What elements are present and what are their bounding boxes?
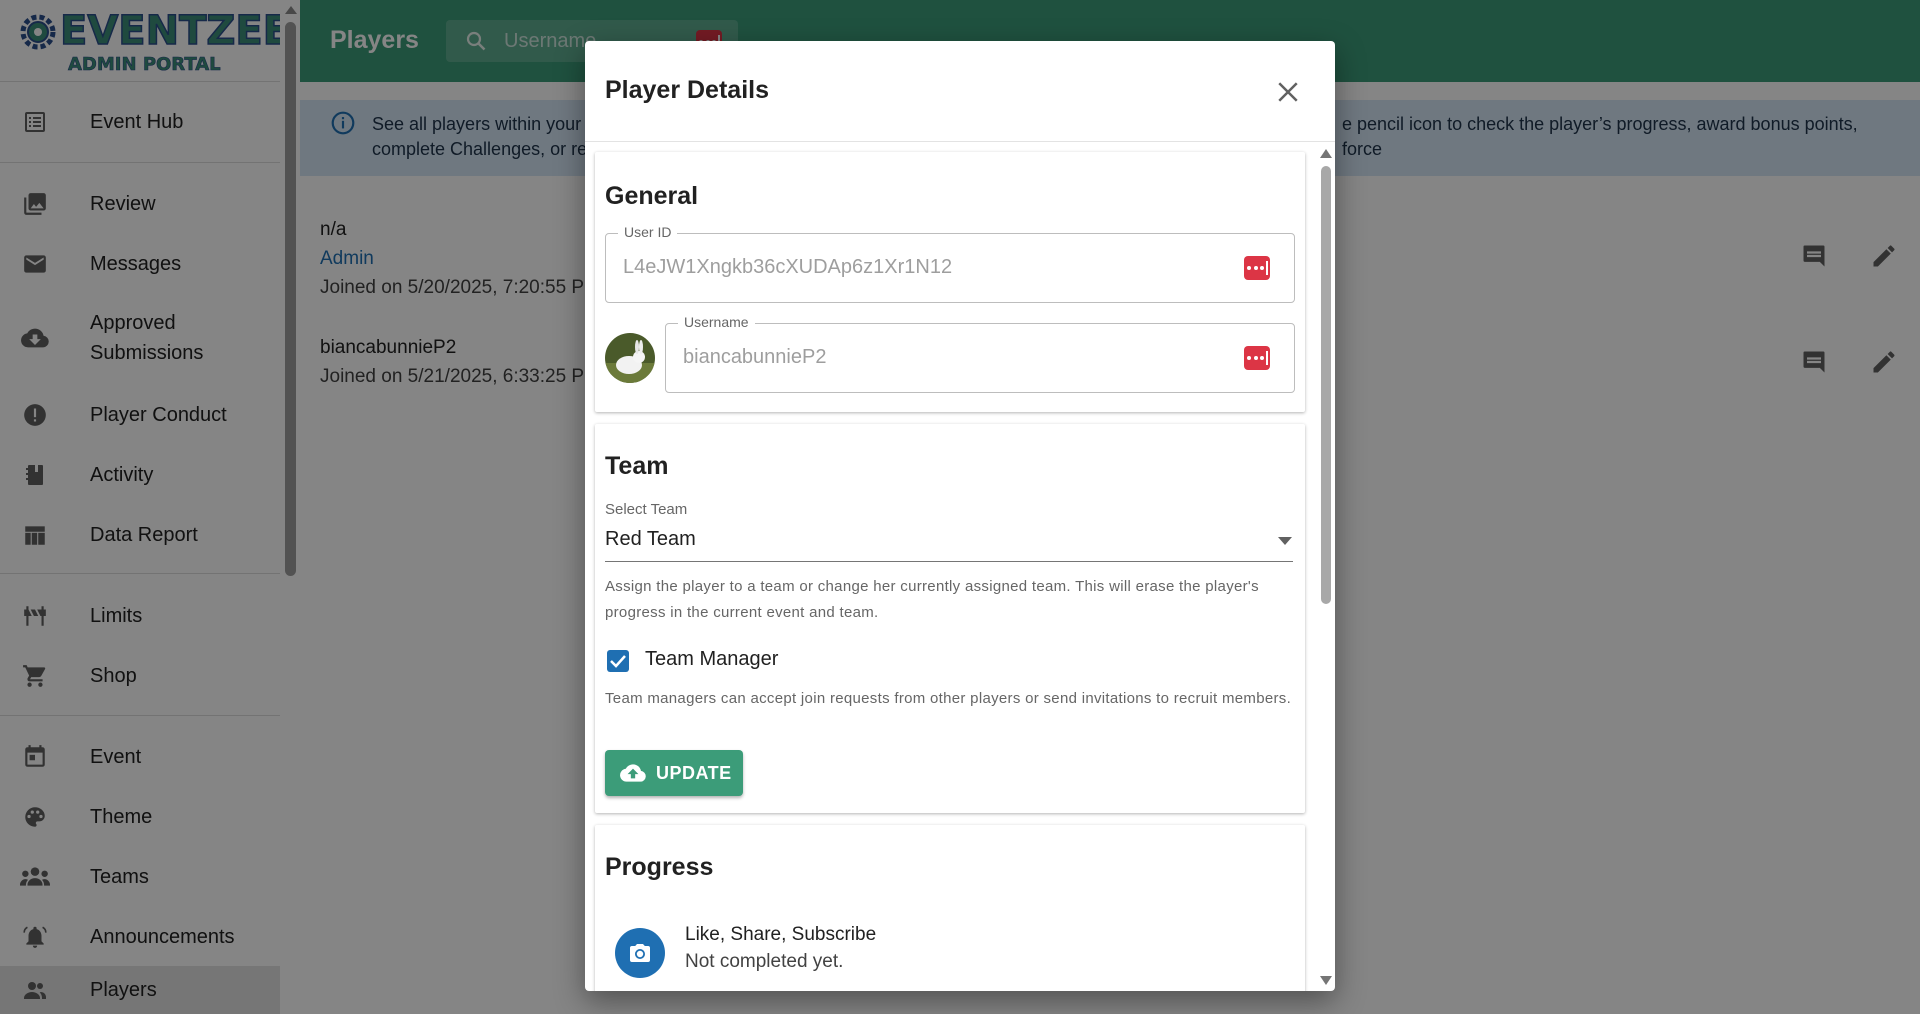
progress-card: Progress Like, Share, Subscribe Not comp… <box>595 825 1305 991</box>
team-manager-helper: Team managers can accept join requests f… <box>605 690 1292 707</box>
cloud-upload-icon <box>620 764 646 782</box>
team-card: Team Select Team Red Team Assign the pla… <box>595 424 1305 813</box>
scroll-up-arrow-icon[interactable] <box>1320 149 1332 158</box>
player-details-dialog: Player Details General User ID L4eJW1Xng… <box>585 41 1335 991</box>
progress-item-title: Like, Share, Subscribe <box>685 924 877 945</box>
password-manager-icon[interactable] <box>1244 256 1270 280</box>
password-manager-icon[interactable] <box>1244 346 1270 370</box>
user-id-label: User ID <box>618 224 678 240</box>
username-field[interactable]: Username biancabunnieP2 <box>665 314 1295 393</box>
select-team-label: Select Team <box>605 501 688 518</box>
close-icon[interactable] <box>1273 77 1303 107</box>
dialog-body: General User ID L4eJW1Xngkb36cXUDAp6z1Xr… <box>585 142 1335 991</box>
team-manager-label: Team Manager <box>645 648 779 670</box>
camera-icon <box>615 928 665 978</box>
username-label: Username <box>678 314 755 330</box>
select-underline <box>605 561 1293 562</box>
update-button[interactable]: UPDATE <box>605 750 743 796</box>
dialog-scrollbar[interactable] <box>1316 142 1335 991</box>
general-heading: General <box>605 182 699 210</box>
update-button-label: UPDATE <box>656 762 732 783</box>
scroll-down-arrow-icon[interactable] <box>1320 976 1332 985</box>
dialog-header: Player Details <box>585 41 1335 142</box>
dropdown-arrow-icon[interactable] <box>1278 537 1292 545</box>
general-card: General User ID L4eJW1Xngkb36cXUDAp6z1Xr… <box>595 152 1305 412</box>
scroll-thumb[interactable] <box>1321 166 1331 604</box>
team-select-value: Red Team <box>605 528 696 550</box>
avatar <box>605 333 655 383</box>
progress-item-status: Not completed yet. <box>685 951 844 972</box>
user-id-field[interactable]: User ID L4eJW1Xngkb36cXUDAp6z1Xr1N12 <box>605 224 1295 303</box>
username-value: biancabunnieP2 <box>683 346 827 368</box>
team-manager-checkbox[interactable] <box>607 650 629 672</box>
team-heading: Team <box>605 452 669 480</box>
team-helper-text: Assign the player to a team or change he… <box>605 578 1259 621</box>
checkmark-icon <box>610 655 626 668</box>
dialog-title: Player Details <box>605 76 769 104</box>
user-id-value: L4eJW1Xngkb36cXUDAp6z1Xr1N12 <box>623 256 953 278</box>
progress-heading: Progress <box>605 853 714 881</box>
